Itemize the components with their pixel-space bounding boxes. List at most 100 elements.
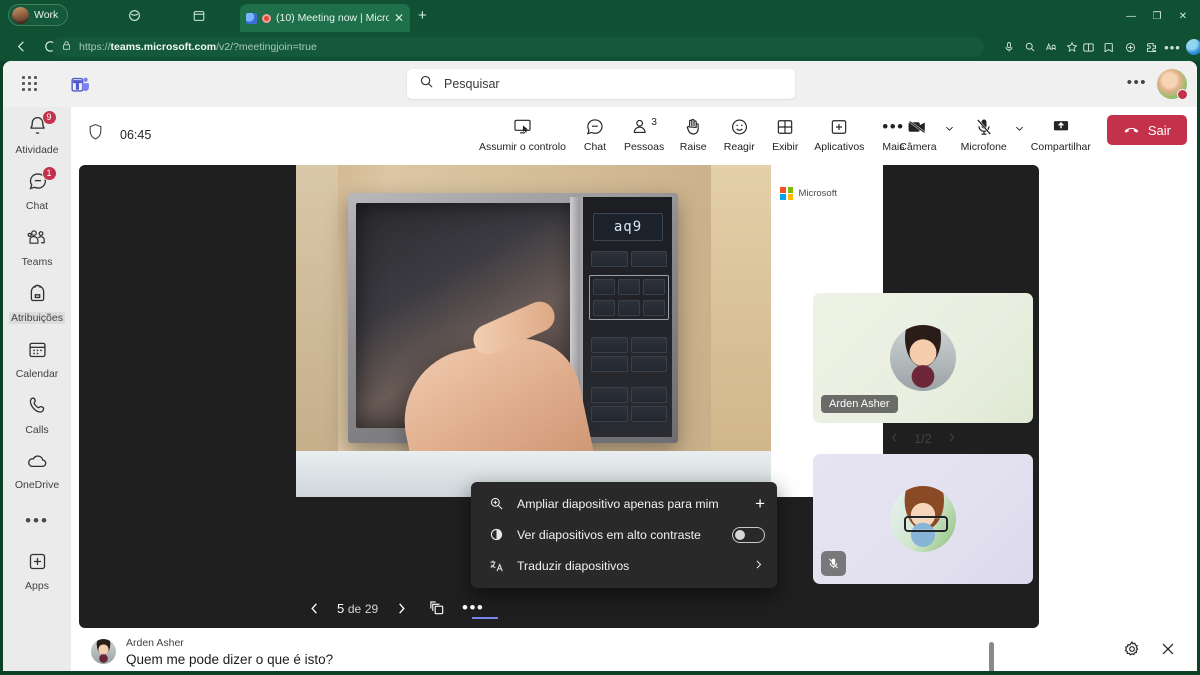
menu-item-alto-contraste[interactable]: Ver diapositivos em alto contraste (471, 519, 777, 550)
browser-essentials-icon[interactable] (1120, 38, 1141, 56)
rail-item-atividade[interactable]: 9 Atividade (3, 107, 71, 163)
tool-label: Exibir (772, 141, 799, 153)
teams-icon (26, 227, 49, 253)
chevron-down-icon[interactable] (944, 121, 955, 139)
browser-tab[interactable]: (10) Meeting now | Micros ✕ (240, 4, 410, 32)
chevron-down-icon[interactable] (1014, 121, 1025, 139)
rail-more-button[interactable]: ••• (3, 499, 71, 543)
transcript-scroll-thumb[interactable] (989, 642, 994, 672)
immersive-reader-icon[interactable] (1040, 38, 1061, 56)
share-label: Compartilhar (1030, 141, 1091, 153)
back-icon[interactable] (14, 39, 30, 55)
tool-label: Chat (583, 141, 607, 153)
search-bar[interactable]: Pesquisar (407, 69, 795, 99)
participant-tile-2[interactable] (813, 454, 1033, 584)
rail-item-apps[interactable]: Apps (3, 543, 71, 599)
settings-more-icon[interactable]: ••• (1162, 38, 1183, 56)
url-prefix: https:// (79, 41, 111, 53)
tool-reagir[interactable]: Reagir (716, 112, 762, 155)
menu-item-ampliar-diapositivo[interactable]: Ampliar diapositivo apenas para mim + (471, 488, 777, 519)
menu-item-traduzir-diapositivos[interactable]: Traduzir diapositivos (471, 550, 777, 581)
window-minimize-button[interactable]: — (1118, 11, 1144, 22)
share-screen-icon (1050, 116, 1072, 138)
slide-prev-button[interactable] (296, 593, 332, 623)
new-tab-button[interactable]: + (418, 8, 427, 23)
tab-actions-icon[interactable] (190, 7, 207, 24)
browser-profile-pill[interactable]: Work (8, 4, 69, 26)
mic-off-icon (974, 116, 994, 138)
meeting-toolbar: 06:45 Assumir o controlo Chat 3 Pessoas … (71, 107, 1197, 163)
plus-square-icon (27, 551, 48, 577)
camera-button[interactable]: Câmera (893, 112, 942, 155)
cloud-icon (26, 452, 49, 476)
chat-badge: 1 (41, 165, 57, 181)
slide-more-icon[interactable]: ••• (455, 593, 491, 623)
rail-label-calendar: Calendar (15, 367, 59, 380)
browser-titlebar: Work (10) Meeting now | Micros ✕ + — ❐ ✕ (0, 0, 1200, 33)
window-controls: — ❐ ✕ (1118, 0, 1196, 33)
slide-thumbnails-icon[interactable] (419, 593, 455, 623)
microphone-control[interactable]: Microfone (955, 112, 1025, 155)
rail-item-chat[interactable]: 1 Chat (3, 163, 71, 219)
tool-pessoas[interactable]: 3 Pessoas (618, 112, 670, 155)
rail-item-onedrive[interactable]: OneDrive (3, 443, 71, 499)
app-launcher-icon[interactable] (22, 76, 38, 92)
microsoft-logo-icon (780, 187, 794, 200)
tab-close-icon[interactable]: ✕ (394, 12, 404, 24)
header-more-button[interactable]: ••• (1127, 75, 1147, 90)
avatar (91, 639, 116, 664)
tool-exibir[interactable]: Exibir (762, 112, 808, 155)
participant-next-icon[interactable] (945, 431, 958, 447)
user-avatar[interactable] (1157, 69, 1188, 100)
extensions-icon[interactable] (1141, 38, 1162, 56)
window-maximize-button[interactable]: ❐ (1144, 11, 1170, 22)
close-icon[interactable] (1159, 640, 1177, 663)
zoom-icon[interactable] (1019, 38, 1040, 56)
share-button[interactable]: Compartilhar (1025, 112, 1097, 155)
copilot-icon[interactable] (1183, 38, 1200, 56)
high-contrast-toggle[interactable] (732, 526, 765, 543)
split-screen-icon[interactable] (1078, 38, 1099, 56)
shared-slide[interactable]: aq9 Microsoft (296, 165, 883, 497)
transcript-scrollbar[interactable] (989, 642, 994, 672)
transcript-panel: Arden Asher Quem me pode dizer o que é i… (79, 632, 1189, 672)
tool-assumir-o-controlo[interactable]: Assumir o controlo (473, 112, 572, 155)
presence-badge (1177, 89, 1188, 100)
translate-icon (487, 558, 505, 573)
participant-pager: 1/2 (813, 427, 1033, 451)
rail-label-teams: Teams (21, 255, 53, 268)
chevron-right-icon[interactable] (752, 558, 765, 574)
address-bar[interactable]: https://teams.microsoft.com/v2/?meetingj… (52, 37, 984, 57)
gear-icon[interactable] (1123, 640, 1141, 663)
window-close-button[interactable]: ✕ (1170, 11, 1196, 22)
rail-item-atribuicoes[interactable]: Atribuições (3, 275, 71, 331)
rail-item-calls[interactable]: Calls (3, 387, 71, 443)
menu-item-label: Traduzir diapositivos (517, 558, 630, 573)
participant-tile-arden-asher[interactable]: Arden Asher (813, 293, 1033, 423)
collections-icon[interactable] (1099, 38, 1120, 56)
tab-recording-icon (262, 13, 271, 23)
leave-label: Sair (1147, 122, 1171, 138)
shield-icon[interactable] (87, 123, 104, 146)
rail-item-teams[interactable]: Teams (3, 219, 71, 275)
participant-name: Arden Asher (821, 395, 898, 413)
copilot-sidebar-icon[interactable] (126, 7, 143, 24)
profile-avatar (12, 6, 29, 24)
participant-prev-icon[interactable] (888, 431, 901, 447)
leave-button[interactable]: Sair (1106, 115, 1187, 145)
slide-counter: 5 de 29 (332, 601, 383, 616)
tool-chat[interactable]: Chat (572, 112, 618, 155)
read-aloud-icon[interactable] (998, 38, 1019, 56)
tool-aplicativos[interactable]: Aplicativos (808, 112, 870, 155)
camera-control[interactable]: Câmera (893, 112, 954, 155)
menu-item-label: Ver diapositivos em alto contraste (517, 527, 701, 542)
teams-logo-icon (69, 74, 91, 100)
slide-next-button[interactable] (383, 593, 419, 623)
microphone-button[interactable]: Microfone (955, 112, 1013, 155)
hangup-icon (1123, 122, 1140, 139)
rail-item-calendar[interactable]: Calendar (3, 331, 71, 387)
tool-raise[interactable]: Raise (670, 112, 716, 155)
transcript-actions (1123, 640, 1177, 663)
slide-total: 29 (364, 601, 379, 616)
plus-icon[interactable]: + (755, 495, 765, 512)
